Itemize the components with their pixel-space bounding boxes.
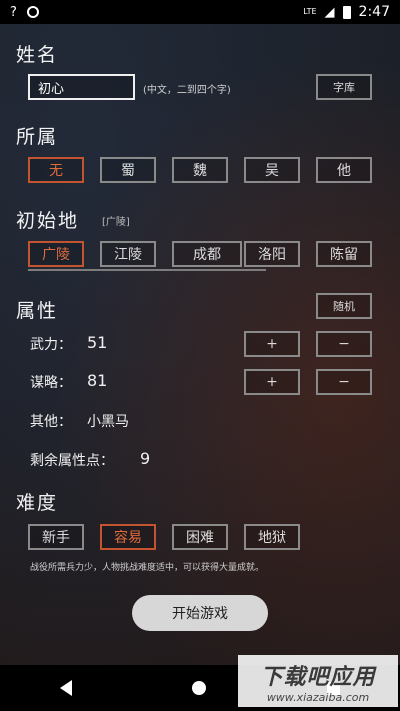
name-library-button[interactable]: 字库 — [316, 74, 372, 100]
wuli-value: 51 — [87, 333, 108, 352]
battery-icon — [342, 5, 351, 19]
origin-option-luoyang[interactable]: 洛阳 — [244, 241, 300, 267]
remaining-points-value: 9 — [140, 449, 151, 468]
origin-option-chengdu[interactable]: 成都 — [172, 241, 242, 267]
origin-option-jiangling[interactable]: 江陵 — [100, 241, 156, 267]
difficulty-option-easy[interactable]: 容易 — [100, 524, 156, 550]
moulue-value: 81 — [87, 371, 108, 390]
difficulty-section-title: 难度 — [16, 492, 59, 514]
faction-option-none[interactable]: 无 — [28, 157, 84, 183]
moulue-plus-button[interactable]: + — [244, 369, 300, 395]
faction-option-other[interactable]: 他 — [316, 157, 372, 183]
other-value: 小黑马 — [87, 414, 129, 430]
sync-icon — [26, 6, 39, 18]
lte-indicator: LTE — [303, 7, 317, 16]
status-bar: ? LTE ◢ 2:47 — [0, 0, 400, 24]
signal-question-icon: ? — [10, 4, 17, 20]
attributes-section-title: 属性 — [16, 300, 59, 322]
moulue-label: 谋略： — [30, 375, 72, 391]
difficulty-option-hard[interactable]: 困难 — [172, 524, 228, 550]
origin-option-chenliu[interactable]: 陈留 — [316, 241, 372, 267]
origin-tag: [广陵] — [102, 217, 130, 228]
watermark-title: 下载吧应用 — [260, 664, 376, 690]
faction-option-wu[interactable]: 吴 — [244, 157, 300, 183]
signal-icon: ◢ — [324, 4, 335, 20]
wuli-minus-button[interactable]: − — [316, 331, 372, 357]
other-label: 其他： — [30, 414, 72, 430]
difficulty-option-hell[interactable]: 地狱 — [244, 524, 300, 550]
difficulty-option-novice[interactable]: 新手 — [28, 524, 84, 550]
remaining-points-label: 剩余属性点： — [30, 453, 114, 469]
clock: 2:47 — [358, 4, 390, 20]
origin-scroll-indicator — [28, 269, 266, 271]
moulue-minus-button[interactable]: − — [316, 369, 372, 395]
watermark-url: www.xiazaiba.com — [266, 690, 370, 704]
name-section-title: 姓名 — [16, 44, 59, 66]
difficulty-description: 战役所需兵力少，人物挑战难度适中，可以获得大量成就。 — [30, 563, 265, 573]
faction-section-title: 所属 — [16, 126, 59, 148]
name-hint: (中文，二到四个字) — [143, 85, 231, 96]
faction-option-shu[interactable]: 蜀 — [100, 157, 156, 183]
origin-section-title: 初始地 — [16, 210, 80, 232]
wuli-plus-button[interactable]: + — [244, 331, 300, 357]
name-input[interactable] — [28, 74, 135, 100]
wuli-label: 武力： — [30, 337, 72, 353]
start-game-button[interactable]: 开始游戏 — [132, 595, 268, 631]
watermark: 下载吧应用 www.xiazaiba.com — [238, 655, 398, 707]
home-icon[interactable] — [192, 681, 207, 695]
origin-option-guangling[interactable]: 广陵 — [28, 241, 84, 267]
faction-option-wei[interactable]: 魏 — [172, 157, 228, 183]
back-icon[interactable] — [60, 680, 73, 696]
random-attributes-button[interactable]: 随机 — [316, 293, 372, 319]
